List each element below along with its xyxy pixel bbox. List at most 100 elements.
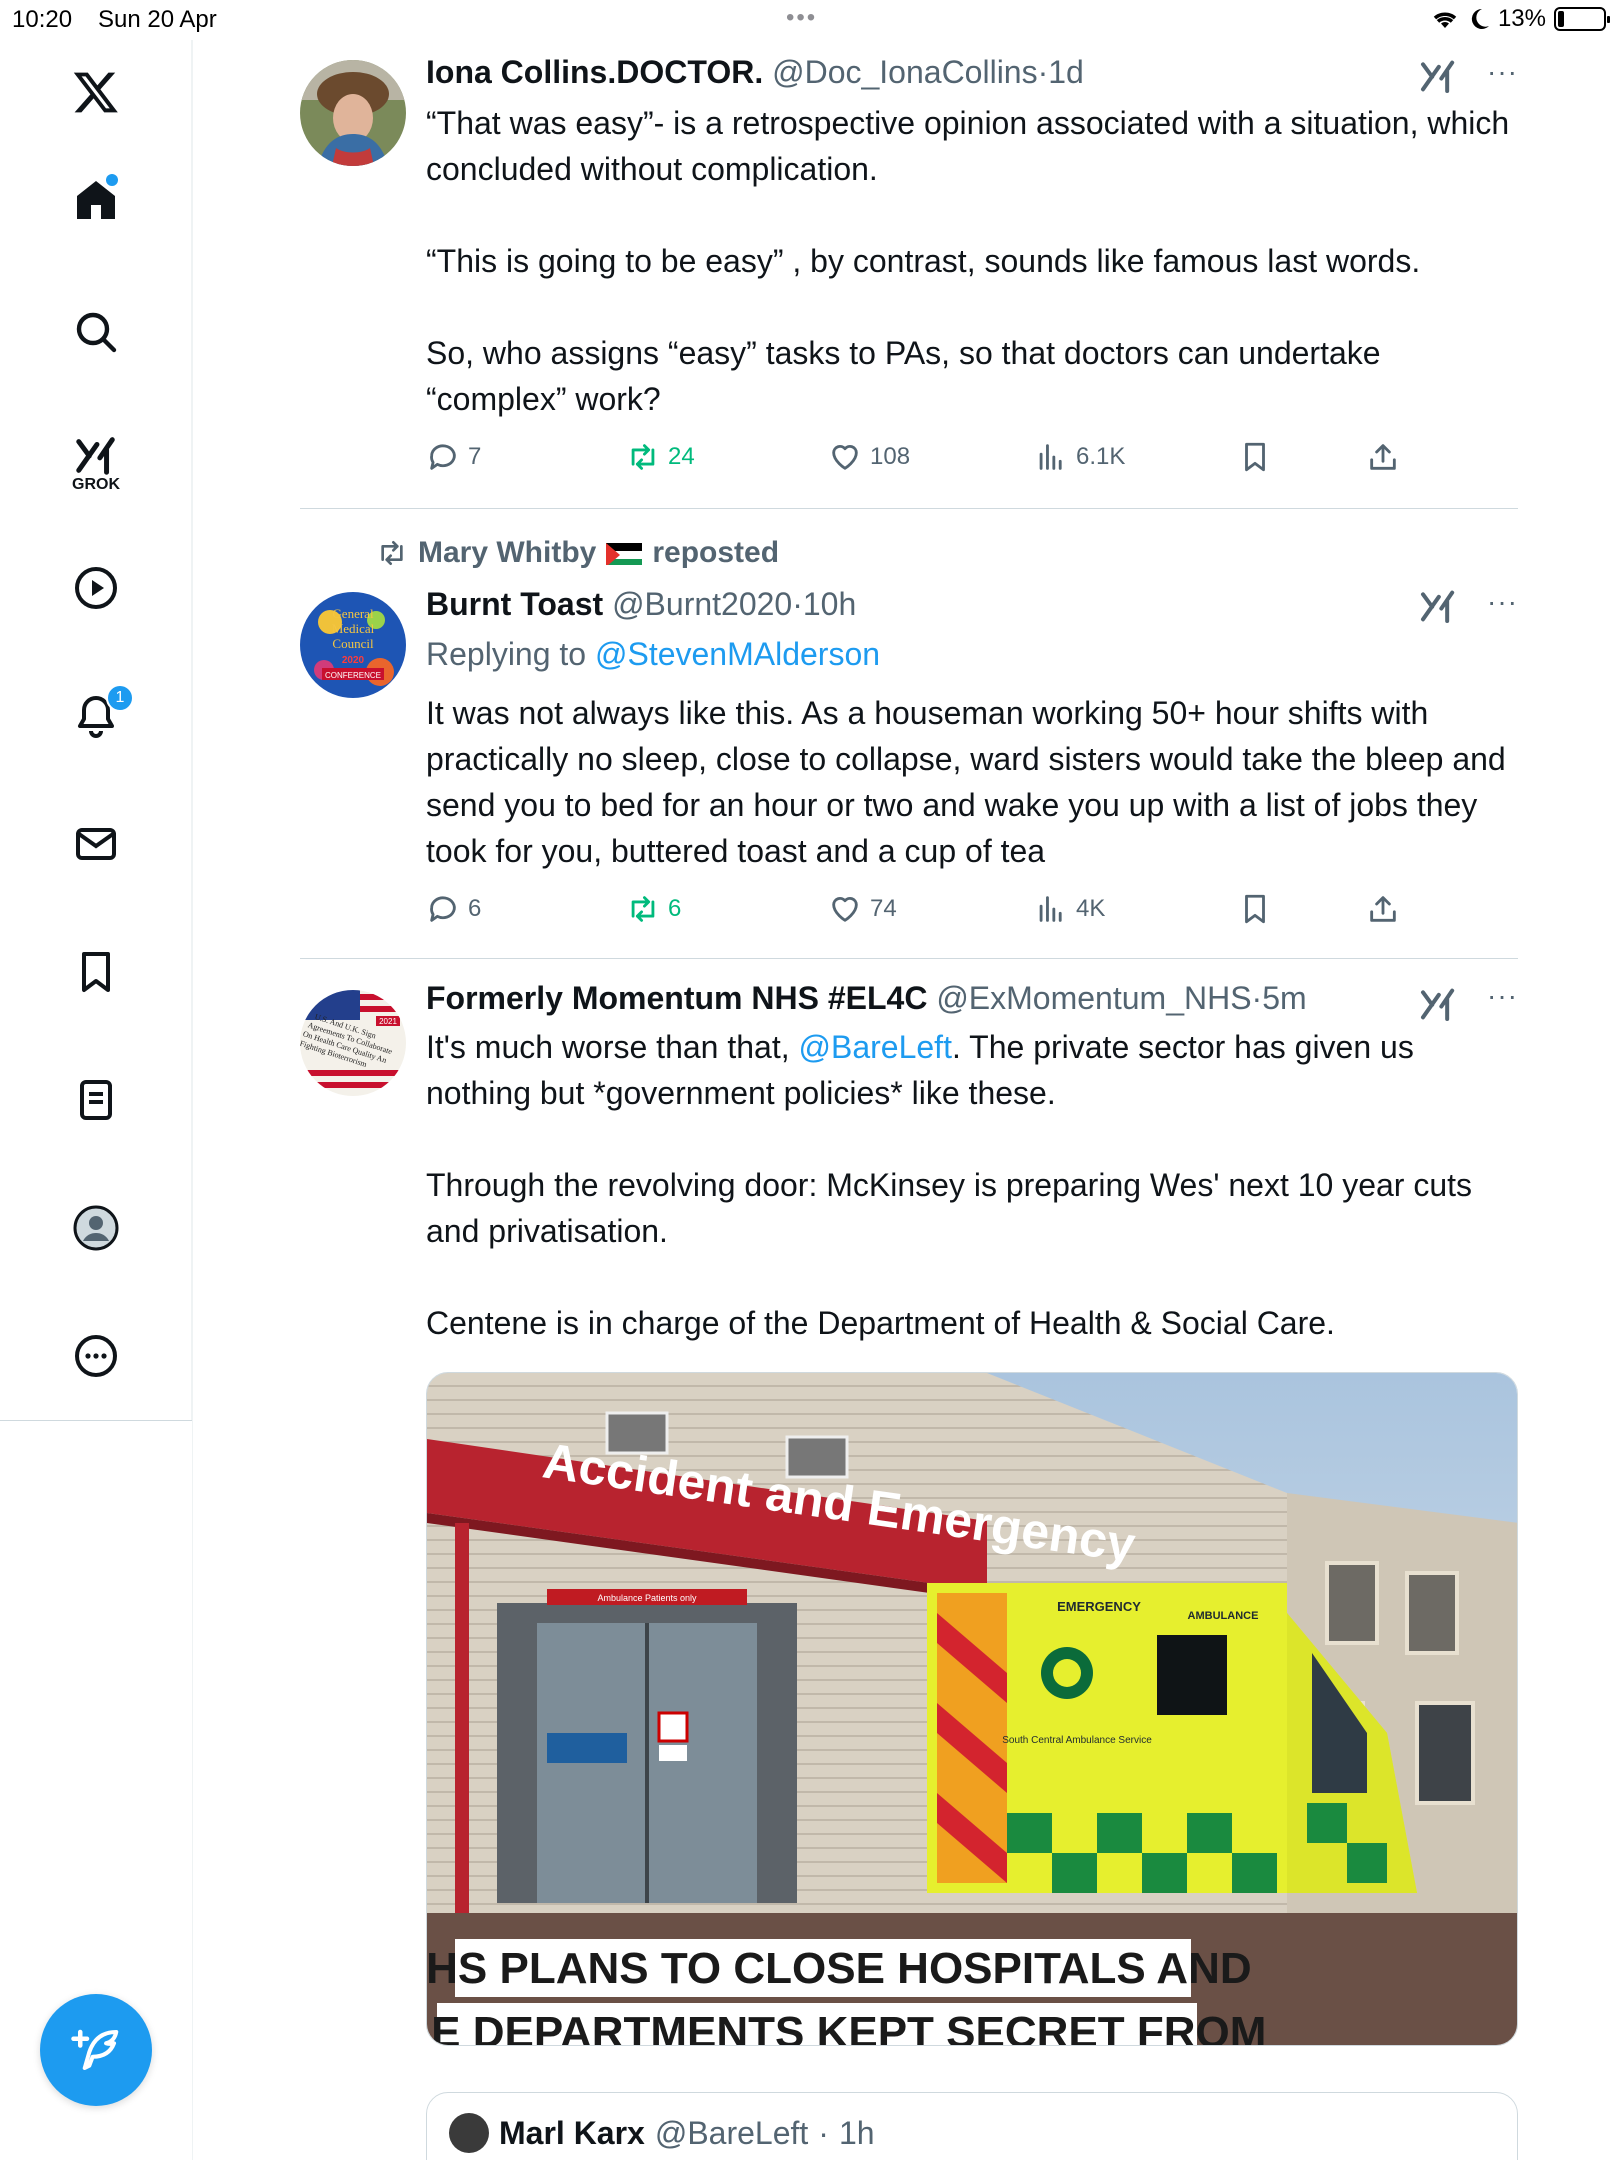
views-chart-icon [1039, 896, 1062, 922]
repost-icon [631, 896, 655, 922]
x-logo-home[interactable] [56, 52, 136, 132]
quoted-author-name[interactable]: Marl Karx [499, 2115, 645, 2152]
battery-percent: 13% [1497, 5, 1546, 32]
replying-to-line: Replying to @StevenMAlderson [426, 636, 880, 673]
tweet-image[interactable]: Accident and Emergency Ambulance Patient… [426, 1372, 1518, 2046]
tweet-paragraph: “This is going to be easy” , by contrast… [426, 243, 1421, 279]
tweet[interactable]: Mary Whitby reposted General Medical Cou… [300, 536, 1518, 956]
bookmark-icon [82, 952, 110, 992]
avatar[interactable]: 2021 U.S. And U.K. Sign Agreements To Co… [300, 990, 406, 1096]
repost-button[interactable]: 24 [626, 440, 695, 474]
like-count: 74 [870, 895, 897, 922]
status-time: 10:20 [12, 6, 73, 33]
battery-icon [1554, 7, 1610, 31]
ambulance-label: EMERGENCY [1057, 1599, 1141, 1614]
quoted-tweet[interactable]: Marl Karx @BareLeft · 1h [426, 2092, 1518, 2160]
author-handle[interactable]: @Doc_IonaCollins [772, 54, 1038, 90]
more-options-icon[interactable]: ··· [1487, 980, 1518, 1012]
list-document-icon [80, 1080, 112, 1120]
share-button[interactable] [1366, 440, 1400, 474]
tweet-time[interactable]: 5m [1262, 980, 1306, 1016]
more-options-icon[interactable]: ··· [1487, 56, 1518, 88]
nav-explore[interactable] [56, 292, 136, 372]
like-count: 108 [870, 443, 911, 470]
avatar-text: 2020 [342, 655, 365, 666]
avatar-image: General Medical Council 2020 CONFERENCE [300, 592, 406, 698]
nav-notifications[interactable]: 1 [56, 676, 136, 756]
nav-profile[interactable] [56, 1188, 136, 1268]
like-button[interactable]: 74 [828, 892, 897, 926]
grok-explain-icon[interactable] [1418, 586, 1458, 626]
views-button[interactable]: 6.1K [1034, 440, 1125, 474]
nav-more[interactable] [56, 1316, 136, 1396]
like-button[interactable]: 108 [828, 440, 910, 474]
quoted-avatar[interactable] [449, 2113, 489, 2153]
tweet-paragraph: “That was easy”- is a retrospective opin… [426, 105, 1510, 187]
nav-lists[interactable] [56, 1060, 136, 1140]
notifications-count-badge: 1 [106, 684, 134, 712]
mention-link[interactable]: @BareLeft [799, 1029, 952, 1065]
ambulance-service-text: South Central Ambulance Service [1002, 1735, 1152, 1746]
author-name[interactable]: Formerly Momentum NHS #EL4C [426, 980, 927, 1016]
play-circle-icon [75, 567, 117, 609]
grok-explain-icon[interactable] [1418, 56, 1458, 96]
repost-button[interactable]: 6 [626, 892, 681, 926]
nav-bookmarks[interactable] [56, 932, 136, 1012]
repost-count: 24 [668, 443, 695, 470]
tweet-divider [300, 958, 1518, 959]
reply-button[interactable]: 7 [426, 440, 481, 474]
multitasking-dots[interactable]: ••• [786, 4, 817, 32]
replying-prefix: Replying to [426, 636, 587, 672]
avatar[interactable]: General Medical Council 2020 CONFERENCE [300, 592, 406, 698]
ambulance-label: AMBULANCE [1188, 1610, 1259, 1622]
tweet[interactable]: 2021 U.S. And U.K. Sign Agreements To Co… [300, 980, 1518, 2160]
status-right: 13% [1430, 5, 1610, 33]
more-options-icon[interactable]: ··· [1487, 586, 1518, 618]
tweet-text: It's much worse than that, @BareLeft. Th… [426, 1024, 1516, 1346]
tweet-paragraph: It's much worse than that, @BareLeft. Th… [426, 1024, 1516, 1116]
compose-post-button[interactable] [40, 1994, 152, 2106]
reposted-by-line: Mary Whitby reposted [376, 536, 779, 570]
avatar-text: 2021 [379, 1017, 397, 1026]
reply-count: 7 [468, 443, 482, 470]
repost-count: 6 [668, 895, 682, 922]
tweet-paragraph: Centene is in charge of the Department o… [426, 1305, 1335, 1341]
bookmark-button[interactable] [1238, 892, 1272, 926]
avatar-text: CONFERENCE [325, 671, 381, 680]
nav-grok[interactable]: GROK [56, 418, 136, 508]
tweet-time[interactable]: 10h [803, 586, 856, 622]
tweet-actions: 7 24 108 6.1K [426, 440, 1426, 480]
reply-icon [430, 896, 456, 922]
views-button[interactable]: 4K [1034, 892, 1105, 926]
heart-icon [832, 445, 858, 470]
avatar[interactable] [300, 60, 406, 166]
reposted-by-name[interactable]: Mary Whitby [418, 536, 596, 570]
avatar-image [300, 60, 406, 166]
heart-icon [832, 897, 858, 922]
palestine-flag-emoji [606, 541, 643, 565]
quoted-tweet-time[interactable]: 1h [839, 2115, 875, 2152]
author-handle[interactable]: @Burnt2020 [612, 586, 792, 622]
author-name[interactable]: Burnt Toast [426, 586, 603, 622]
share-button[interactable] [1366, 892, 1400, 926]
reply-count: 6 [468, 895, 482, 922]
grok-explain-icon[interactable] [1418, 984, 1458, 1024]
quoted-author-handle[interactable]: @BareLeft [655, 2115, 808, 2152]
nav-home[interactable] [56, 160, 136, 240]
wifi-icon [1433, 12, 1457, 28]
nav-videos[interactable] [56, 548, 136, 628]
tweet[interactable]: Iona Collins.DOCTOR. @Doc_IonaCollins·1d… [300, 54, 1518, 496]
nav-messages[interactable] [56, 804, 136, 884]
grok-icon [76, 437, 115, 475]
reply-button[interactable]: 6 [426, 892, 481, 926]
tweet-header: Formerly Momentum NHS #EL4C @ExMomentum_… [426, 980, 1307, 1016]
grok-label: GROK [72, 476, 120, 493]
ambulance-entrance-sign: Ambulance Patients only [597, 1593, 697, 1603]
avatar-image: 2021 U.S. And U.K. Sign Agreements To Co… [300, 990, 406, 1096]
tweet-time[interactable]: 1d [1048, 54, 1084, 90]
author-handle[interactable]: @ExMomentum_NHS [936, 980, 1251, 1016]
replying-to-handle[interactable]: @StevenMAlderson [595, 636, 880, 672]
tweet-divider [300, 508, 1518, 509]
bookmark-button[interactable] [1238, 440, 1272, 474]
author-name[interactable]: Iona Collins.DOCTOR. [426, 54, 763, 90]
